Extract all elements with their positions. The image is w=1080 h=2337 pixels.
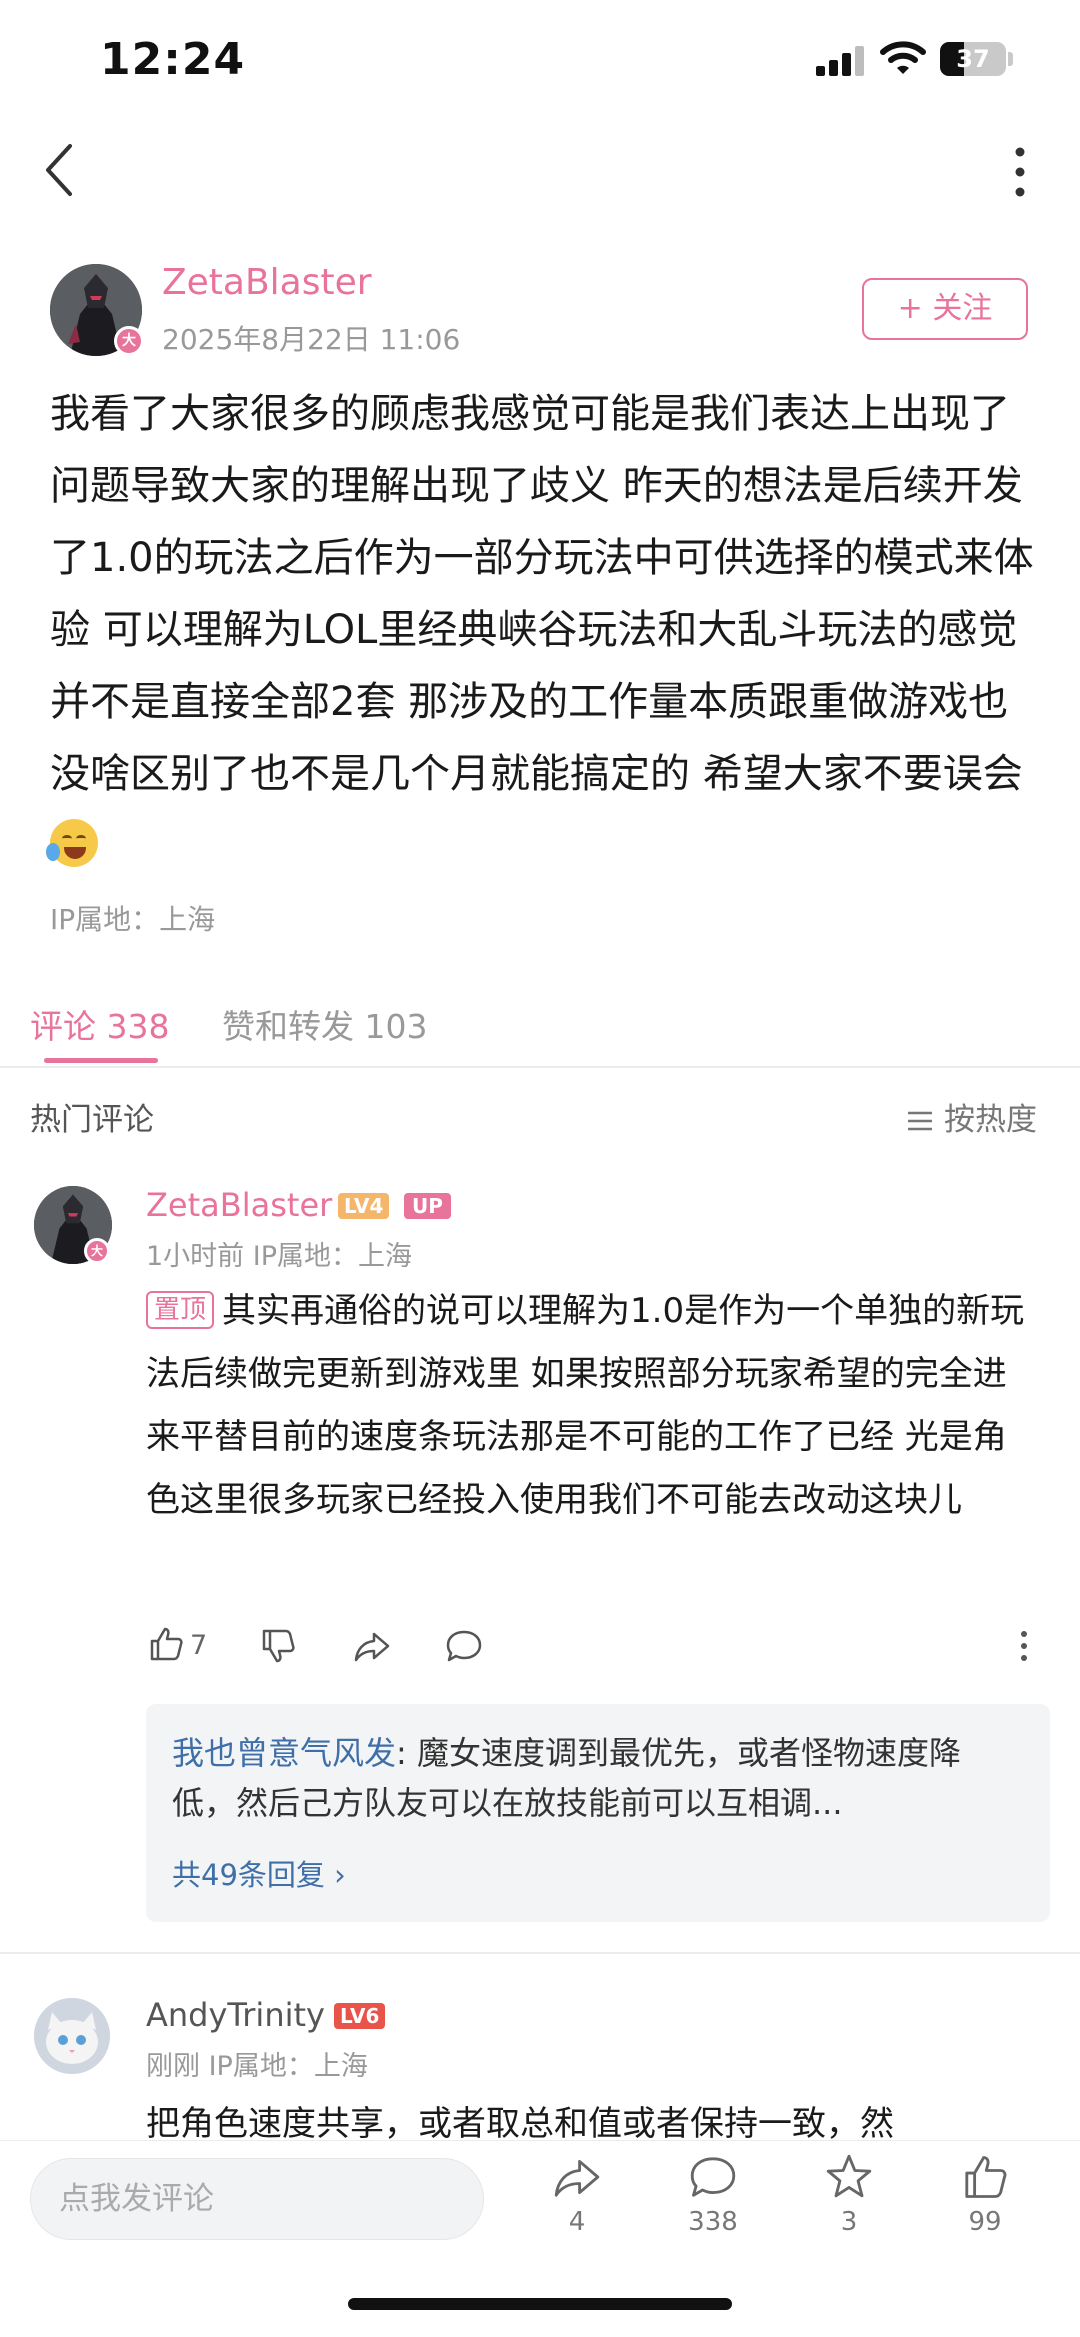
battery-icon: 37 (940, 42, 1006, 76)
comment-count: 338 (688, 2207, 738, 2237)
tab-likes-reposts[interactable]: 赞和转发 103 (222, 1000, 427, 1048)
view-all-replies-link[interactable]: 共49条回复 › (172, 1852, 346, 1894)
wifi-icon (880, 41, 926, 74)
post-body: 我看了大家很多的顾虑我感觉可能是我们表达上出现了问题导致大家的理解出现了歧义 昨… (46, 378, 1035, 882)
reply-text-block: 我也曾意气风发: 魔女速度调到最优先，或者怪物速度降低，然后己方队友可以在放技能… (172, 1728, 1022, 1828)
battery-tip (1008, 52, 1013, 66)
author-name[interactable]: ZetaBlaster (162, 262, 372, 303)
thumbs-down-icon[interactable] (258, 1624, 298, 1668)
follow-button[interactable]: + 关注 (862, 278, 1028, 340)
uploader-badge: UP (404, 1193, 451, 1219)
comment-like-button[interactable]: 7 (146, 1624, 236, 1668)
pinned-tag: 置顶 (146, 1291, 215, 1329)
divider (0, 1952, 1080, 1954)
level-badge: LV4 (338, 1193, 390, 1219)
status-time: 12:24 (100, 34, 246, 85)
comment-author[interactable]: ZetaBlaster (146, 1186, 332, 1224)
laughing-tears-emoji-icon (46, 819, 98, 867)
comment-icon (690, 2157, 736, 2197)
comment-text: 把角色速度共享，或者取总和值或者保持一致，然 (146, 2104, 894, 2144)
post-ip-location: IP属地：上海 (50, 903, 216, 936)
like-button[interactable]: 99 (940, 2151, 1030, 2261)
active-tab-indicator (44, 1058, 158, 1063)
comment-meta: 1小时前 IP属地：上海 (146, 1241, 413, 1272)
back-icon[interactable] (38, 140, 82, 200)
divider (0, 1066, 1080, 1068)
battery-level: 37 (956, 45, 990, 73)
thumbs-up-icon (965, 2156, 1007, 2198)
share-icon[interactable] (352, 1624, 392, 1668)
comment-like-count: 7 (190, 1630, 208, 1661)
tab-comments[interactable]: 评论 338 (30, 1000, 169, 1048)
favorite-count: 3 (840, 2207, 858, 2237)
comment-author[interactable]: AndyTrinity (146, 1996, 325, 2034)
like-count: 99 (968, 2207, 1002, 2237)
comment-avatar-badge: 大 (84, 1238, 110, 1264)
hot-comments-label: 热门评论 (30, 1102, 154, 1138)
reply-icon[interactable] (444, 1624, 484, 1668)
more-options-icon[interactable] (1004, 144, 1036, 200)
comment-more-icon[interactable] (1016, 1624, 1032, 1668)
favorite-button[interactable]: 3 (804, 2151, 894, 2261)
sort-label: 按热度 (944, 1102, 1037, 1138)
sort-by-hot-button[interactable]: 按热度 (906, 1094, 1037, 1139)
level-badge: LV6 (334, 2003, 386, 2029)
reply-preview[interactable]: 我也曾意气风发: 魔女速度调到最优先，或者怪物速度降低，然后己方队友可以在放技能… (146, 1704, 1050, 1922)
sort-icon (908, 1111, 932, 1131)
comment-avatar[interactable] (34, 1998, 110, 2074)
share-button[interactable]: 4 (532, 2151, 622, 2261)
post-date: 2025年8月22日 11:06 (162, 323, 461, 356)
comment-input[interactable]: 点我发评论 (30, 2158, 484, 2240)
comment-text: 其实再通俗的说可以理解为1.0是作为一个单独的新玩法后续做完更新到游戏里 如果按… (146, 1291, 1025, 1520)
comment-text-block: 置顶 其实再通俗的说可以理解为1.0是作为一个单独的新玩法后续做完更新到游戏里 如… (146, 1280, 1036, 1532)
comment-button[interactable]: 338 (668, 2151, 758, 2261)
home-indicator[interactable] (348, 2298, 732, 2310)
share-icon (554, 2159, 600, 2197)
share-count: 4 (568, 2207, 586, 2237)
thumbs-up-icon (150, 1627, 183, 1661)
post-text: 我看了大家很多的顾虑我感觉可能是我们表达上出现了问题导致大家的理解出现了歧义 昨… (50, 391, 1034, 797)
star-icon (826, 2154, 872, 2198)
comment-actions: 7 (146, 1624, 1036, 1668)
reply-username[interactable]: 我也曾意气风发 (172, 1734, 396, 1772)
author-avatar-badge: 大 (114, 326, 144, 356)
cellular-signal-icon (816, 44, 864, 76)
comment-meta: 刚刚 IP属地：上海 (146, 2051, 368, 2082)
status-bar: 12:24 37 (0, 0, 1080, 120)
